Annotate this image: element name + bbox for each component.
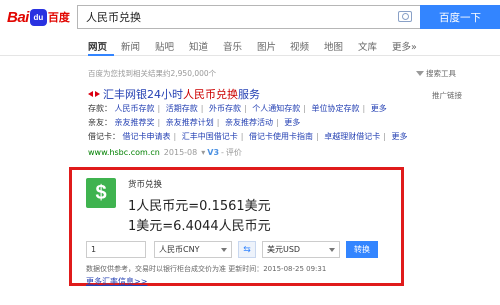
tab-web[interactable]: 网页 [88,39,107,53]
ad-sublinks-friends: 亲友： 亲友推荐奖 | 亲友推荐计划 | 亲友推荐活动 | 更多 [88,118,301,127]
active-tab-indicator [88,54,114,56]
sublink-more[interactable]: 更多 [284,118,300,127]
from-currency-value: 人民币CNY [159,245,200,254]
search-tools-label: 搜索工具 [426,69,456,78]
tab-music[interactable]: 音乐 [223,39,242,53]
to-currency-select[interactable]: 美元USD [262,241,340,258]
sublink[interactable]: 汇丰中国借记卡 [182,132,238,141]
sublink[interactable]: 单位协定存款 [312,104,360,113]
ad-url[interactable]: www.hsbc.com.cn [88,148,160,157]
ad-title-link[interactable]: 汇丰网银24小时 人民币兑换 服务 [88,86,260,102]
search-input[interactable] [78,6,378,28]
header: Bai du 百度 百度一下 [0,0,500,33]
search-box [77,5,420,29]
tab-video[interactable]: 视频 [290,39,309,53]
paw-icon: du [29,8,47,26]
chevron-down-icon[interactable]: ▾ [201,148,205,157]
to-currency-value: 美元USD [267,245,301,254]
more-rates-link[interactable]: 更多汇率信息>> [86,276,147,287]
sublink-more[interactable]: 更多 [371,104,387,113]
tab-wenku[interactable]: 文库 [358,39,377,53]
ad-sublinks-debit: 借记卡： 借记卡申请表 | 汇丰中国借记卡 | 借记卡使用卡指南 | 卓越理财借记卡 |… [88,132,408,141]
rating-separator: - [221,148,224,157]
sublink-label: 存款： [88,104,112,113]
tab-tieba[interactable]: 贴吧 [155,39,174,53]
convert-button[interactable]: 转换 [346,241,378,258]
result-count: 百度为您找到相关结果约2,950,000个 [88,69,217,78]
baidu-logo[interactable]: Bai du 百度 [7,6,70,28]
hsbc-logo-icon [88,89,100,99]
sublink-more[interactable]: 更多 [392,132,408,141]
sublink[interactable]: 个人通知存款 [252,104,300,113]
swap-button[interactable]: ⇆ [238,241,256,258]
sublink-label: 借记卡： [88,132,120,141]
ad-url-row: www.hsbc.com.cn 2015-08 ▾ V3 - 评价 [88,147,242,158]
sublink[interactable]: 亲友推荐活动 [225,118,273,127]
rating-link[interactable]: 评价 [226,147,242,158]
converter-title[interactable]: 货币兑换 [128,178,162,190]
tab-images[interactable]: 图片 [257,39,276,53]
rate-usd-cny: 1美元=6.4044人民币元 [128,219,271,234]
sublink-label: 亲友： [88,118,112,127]
chevron-down-icon [329,248,335,252]
sublink[interactable]: 卓越理财借记卡 [324,132,380,141]
tab-map[interactable]: 地图 [324,39,343,53]
currency-converter-card: $ 货币兑换 1人民币元=0.1561美元 1美元=6.4044人民币元 人民币… [69,167,404,286]
chevron-down-icon [221,248,227,252]
sublink[interactable]: 亲友推荐奖 [115,118,155,127]
ad-title-suffix: 服务 [238,88,260,101]
funnel-icon [416,71,424,76]
v-badge[interactable]: V3 [207,148,219,157]
sublink[interactable]: 亲友推荐计划 [166,118,214,127]
tab-zhidao[interactable]: 知道 [189,39,208,53]
tab-more[interactable]: 更多» [392,39,417,53]
search-tools-button[interactable]: 搜索工具 [416,68,456,79]
logo-text-cn: 百度 [47,11,70,24]
sublink[interactable]: 借记卡申请表 [123,132,171,141]
tab-news[interactable]: 新闻 [121,39,140,53]
logo-text-bai: Bai [7,8,29,26]
search-button[interactable]: 百度一下 [420,5,500,29]
promo-label[interactable]: 推广链接 [432,90,462,101]
update-disclaimer: 数据仅供参考，交易时以银行柜台成交价为准 更新时间：2015-08-25 09:… [86,265,327,273]
from-currency-select[interactable]: 人民币CNY [154,241,232,258]
ad-date: 2015-08 [163,148,198,157]
ad-sublinks-deposit: 存款： 人民币存款 | 活期存款 | 外币存款 | 个人通知存款 | 单位协定存款 | 更… [88,104,387,113]
rate-cny-usd: 1人民币元=0.1561美元 [128,199,271,214]
camera-icon[interactable] [398,11,412,22]
ad-title-prefix: 汇丰网银24小时 [103,88,183,101]
nav-tabs: 网页 新闻 贴吧 知道 音乐 图片 视频 地图 文库 更多» [0,36,500,56]
ad-title-highlight: 人民币兑换 [183,88,238,101]
sublink[interactable]: 借记卡使用卡指南 [249,132,313,141]
dollar-icon: $ [86,178,116,208]
sublink[interactable]: 外币存款 [209,104,241,113]
sublink[interactable]: 活期存款 [166,104,198,113]
sublink[interactable]: 人民币存款 [115,104,155,113]
amount-input[interactable] [86,241,146,258]
